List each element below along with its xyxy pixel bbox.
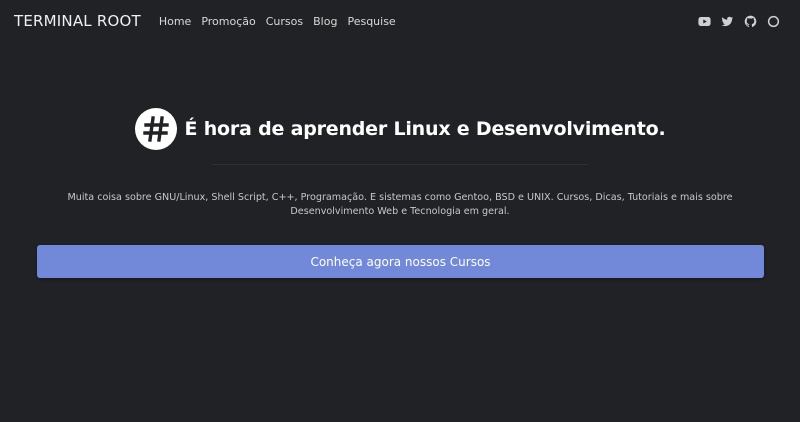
nav-item-promocao[interactable]: Promoção [201, 15, 255, 28]
youtube-icon[interactable] [698, 15, 711, 28]
nav-item-cursos[interactable]: Cursos [266, 15, 303, 28]
brand-logo-link[interactable]: TERMINAL ROOT [14, 12, 141, 30]
hero-heading: É hora de aprender Linux e Desenvolvimen… [0, 108, 800, 150]
lead-paragraph: Muita coisa sobre GNU/Linux, Shell Scrip… [67, 192, 733, 217]
twitter-icon[interactable] [721, 15, 734, 28]
nav-item-home[interactable]: Home [159, 15, 191, 28]
page-title: É hora de aprender Linux e Desenvolvimen… [184, 118, 666, 140]
circle-icon[interactable] [767, 15, 780, 28]
github-icon[interactable] [744, 15, 757, 28]
social-icons [698, 15, 786, 28]
courses-cta-button[interactable]: Conheça agora nossos Cursos [37, 245, 764, 278]
nav-item-pesquise[interactable]: Pesquise [347, 15, 395, 28]
nav-links: Home Promoção Cursos Blog Pesquise [159, 15, 396, 28]
divider [212, 164, 588, 165]
top-navbar: TERMINAL ROOT Home Promoção Cursos Blog … [0, 0, 800, 42]
nav-item-blog[interactable]: Blog [313, 15, 337, 28]
hash-logo-icon [134, 108, 177, 150]
